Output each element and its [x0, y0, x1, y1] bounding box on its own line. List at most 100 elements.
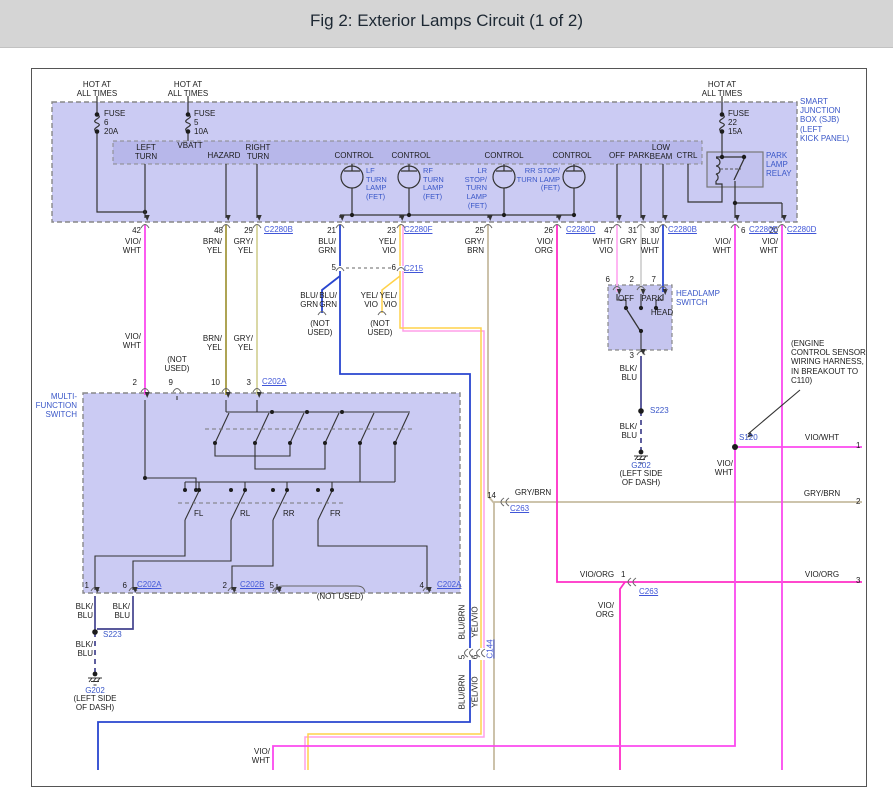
- mfs-pin-2b: 2: [222, 581, 227, 590]
- fr-label: FR: [330, 509, 341, 518]
- splice-s223: S223: [103, 630, 122, 639]
- connector-c263-2[interactable]: C263: [639, 587, 658, 596]
- wire-gry: GRY: [619, 237, 637, 246]
- pin-14-c263: 14: [487, 491, 496, 500]
- wire-vio-wht-20: VIO/ WHT: [759, 237, 778, 256]
- engine-harness-note: (ENGINE CONTROL SENSOR WIRING HARNESS, I…: [791, 339, 866, 385]
- wire-vio-org-right: VIO/ORG: [804, 570, 840, 579]
- wire-brn-yel-mid: BRN/ YEL: [202, 334, 222, 353]
- connector-c2280b[interactable]: C2280B: [264, 225, 293, 234]
- mfs-pin-10: 10: [211, 378, 220, 387]
- engine-harness-arrow: [747, 389, 801, 438]
- wire-vio-org-left: VIO/ORG: [579, 570, 615, 579]
- wire-vio-org: VIO/ ORG: [534, 237, 553, 256]
- connector-c202a-bot[interactable]: C202A: [137, 580, 161, 589]
- wire-blu-brn-below: BLU/BRN: [457, 674, 467, 710]
- connector-c202a-top[interactable]: C202A: [262, 377, 286, 386]
- wire-gry-yel: GRY/ YEL: [233, 237, 253, 256]
- wire-yel-vio-stub: YEL/ VIO: [360, 291, 378, 310]
- hls-pin-3: 3: [629, 351, 634, 360]
- wire-gry-brn-right: GRY/BRN: [803, 489, 841, 498]
- splice-s120-dot: [732, 444, 738, 450]
- fl-label: FL: [194, 509, 204, 518]
- hot-at-all-times-right: HOT AT ALL TIMES: [701, 80, 743, 99]
- wire-yel-vio-above: YEL/VIO: [470, 606, 480, 638]
- connector-c202a-bot2[interactable]: C202A: [437, 580, 461, 589]
- wire-yel-vio-main: YEL/ VIO: [379, 291, 397, 310]
- pin-26: 26: [544, 226, 553, 235]
- wire-blk-blu-hls-2: BLK/ BLU: [619, 422, 637, 441]
- connector-c2280d[interactable]: C2280D: [566, 225, 595, 234]
- edge-pin-3: 3: [856, 576, 861, 585]
- pin-6-sjb: 6: [741, 226, 746, 235]
- wire-vio-wht-right: VIO/WHT: [804, 433, 840, 442]
- connector-c2280b-2[interactable]: C2280B: [668, 225, 697, 234]
- pin-31: 31: [628, 226, 637, 235]
- hls-park-label: PARK: [641, 294, 663, 303]
- control-label-4: CONTROL: [552, 151, 592, 160]
- right-turn-label: RIGHT TURN: [245, 143, 271, 162]
- wire-vio-wht-42: VIO/ WHT: [122, 237, 141, 256]
- edge-pin-2: 2: [856, 497, 861, 506]
- off-label: OFF: [609, 151, 625, 160]
- connector-c2280f[interactable]: C2280F: [404, 225, 432, 234]
- wiring-diagram-page: Fig 2: Exterior Lamps Circuit (1 of 2) H…: [0, 0, 893, 796]
- sjb-box: [51, 101, 798, 223]
- wire-gry-yel-mid: GRY/ YEL: [233, 334, 253, 353]
- wire-gry-brn-c263: GRY/BRN: [514, 488, 552, 497]
- wire-yel-vio: YEL/ VIO: [378, 237, 396, 256]
- connector-c2280d-2[interactable]: C2280D: [787, 225, 816, 234]
- fuse-5-label: FUSE 5 10A: [194, 109, 216, 137]
- splice-s120: S120: [739, 433, 758, 442]
- hls-pin-6: 6: [605, 275, 610, 284]
- wire-vio-org-down: VIO/ ORG: [595, 601, 614, 620]
- mfs-pin-3: 3: [246, 378, 251, 387]
- ctrl-label: CTRL: [676, 151, 698, 160]
- hazard-label: HAZARD: [207, 151, 241, 160]
- connector-c263[interactable]: C263: [510, 504, 529, 513]
- connector-c202b[interactable]: C202B: [240, 580, 264, 589]
- fet-lf-label: LF TURN LAMP (FET): [366, 166, 387, 201]
- wire-vio-wht-6: VIO/ WHT: [712, 237, 731, 256]
- pin-1-c263: 1: [621, 570, 626, 579]
- edge-pin-1: 1: [856, 441, 861, 450]
- pin-23: 23: [387, 226, 396, 235]
- pin-5-c144: 5: [457, 654, 467, 660]
- wire-wht-vio: WHT/ VIO: [592, 237, 613, 256]
- fet-rf-label: RF TURN LAMP (FET): [423, 166, 444, 201]
- not-used-blu: (NOT USED): [307, 319, 333, 338]
- connector-c144[interactable]: C144: [485, 639, 494, 658]
- mfs-pin-2: 2: [132, 378, 137, 387]
- mfs-pin-6: 6: [122, 581, 127, 590]
- ground-g202-2-loc: (LEFT SIDE OF DASH): [619, 469, 663, 488]
- control-label-2: CONTROL: [391, 151, 431, 160]
- wire-blk-blu-hls-1: BLK/ BLU: [619, 364, 637, 383]
- wire-blk-blu-2: BLK/ BLU: [112, 602, 130, 621]
- ground-g202-loc: (LEFT SIDE OF DASH): [73, 694, 117, 713]
- connector-c2280e[interactable]: C2280E: [749, 225, 778, 234]
- multi-function-switch-box: [82, 392, 461, 594]
- fuse-22-label: FUSE 22 15A: [728, 109, 750, 137]
- fet-lr-label: LR STOP/ TURN LAMP (FET): [464, 166, 487, 210]
- pin-30: 30: [650, 226, 659, 235]
- control-label-1: CONTROL: [334, 151, 374, 160]
- connector-c215[interactable]: C215: [404, 264, 423, 273]
- pin-6-c144: 6: [470, 654, 480, 660]
- wire-blk-blu-3: BLK/ BLU: [75, 640, 93, 659]
- hls-pin-7: 7: [651, 275, 656, 284]
- low-beam-label: LOW BEAM: [649, 143, 673, 162]
- hls-pin-2: 2: [629, 275, 634, 284]
- pin-21: 21: [327, 226, 336, 235]
- fuse-6-label: FUSE 6 20A: [104, 109, 126, 137]
- control-label-3: CONTROL: [484, 151, 524, 160]
- splice-s223-2: S223: [650, 406, 669, 415]
- sjb-label: SMART JUNCTION BOX (SJB) (LEFT KICK PANE…: [800, 97, 850, 143]
- park-lamp-relay-label: PARK LAMP RELAY: [766, 151, 792, 179]
- wire-yel-vio-below: YEL/VIO: [470, 676, 480, 708]
- rr-label: RR: [283, 509, 295, 518]
- pin-29: 29: [244, 226, 253, 235]
- not-used-bottom: (NOT USED): [316, 592, 364, 601]
- hot-at-all-times-left: HOT AT ALL TIMES: [76, 80, 118, 99]
- wire-blu-wht: BLU/ WHT: [640, 237, 659, 256]
- pin-25: 25: [475, 226, 484, 235]
